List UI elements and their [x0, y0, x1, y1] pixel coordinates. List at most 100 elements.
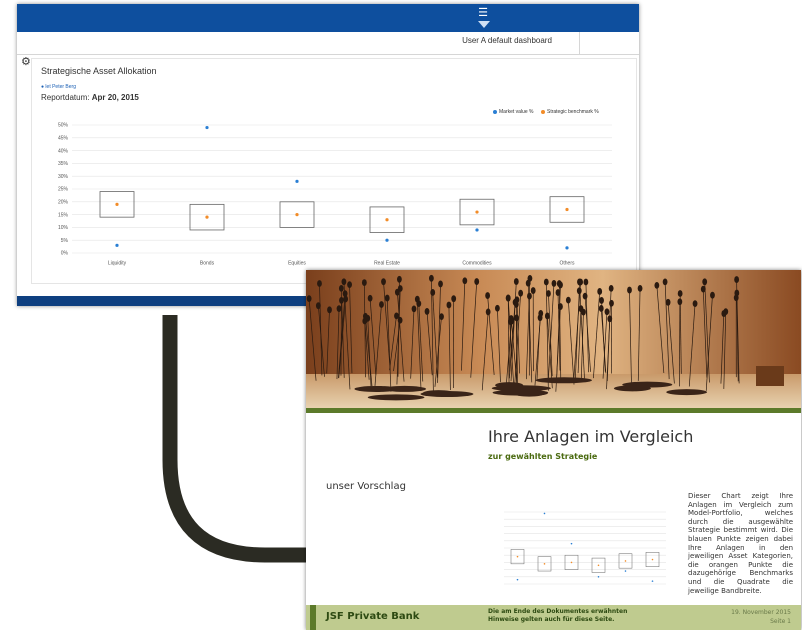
sculpture-pod	[637, 284, 643, 292]
sculpture-pod	[577, 278, 582, 286]
sculpture-pod	[518, 289, 524, 297]
sculpture-pod	[582, 292, 588, 300]
sculpture-pod	[609, 299, 614, 307]
chart-thumbnail-plot	[504, 511, 666, 585]
market-value-point	[115, 243, 119, 247]
market-value-point	[205, 125, 209, 130]
benchmark-point	[295, 213, 299, 217]
sculpture-pod	[462, 277, 468, 285]
market-value-point	[295, 179, 299, 183]
sculpture-pod	[505, 294, 511, 302]
sculpture-pod	[381, 278, 386, 286]
sculpture-pod	[379, 301, 384, 308]
sculpture-pod	[411, 305, 417, 313]
sculpture-pod	[665, 298, 671, 306]
sculpture-pod	[692, 300, 698, 308]
sculpture-pod	[583, 278, 589, 286]
sculpture-pod	[607, 315, 613, 323]
sculpture-pod	[576, 287, 582, 295]
x-tick-label: Equities	[288, 261, 306, 267]
sculpture-pod	[627, 286, 632, 294]
thumb-market-value-point	[516, 578, 519, 581]
market-value-point	[385, 238, 389, 242]
benchmark-point	[475, 210, 479, 214]
thumb-benchmark-point	[597, 564, 600, 567]
sculpture-pod	[543, 278, 549, 286]
sculpture-pod	[338, 284, 344, 292]
sculpture-pod	[384, 294, 390, 302]
sculpture-pod	[485, 292, 491, 299]
market-value-point	[475, 228, 479, 232]
thumb-benchmark-point	[651, 558, 654, 561]
footer-notice: Die am Ende des Dokumentes erwähnten Hin…	[488, 608, 628, 623]
thumb-benchmark-point	[543, 563, 546, 565]
sculpture-pod	[446, 301, 452, 309]
sculpture-base	[422, 390, 455, 397]
sculpture-pod	[677, 298, 683, 306]
x-tick-label: Liquidity	[108, 261, 127, 267]
sculpture-pod	[734, 276, 740, 283]
sculpture-base	[495, 382, 524, 389]
benchmark-point	[115, 202, 119, 206]
page-number: Seite 1	[770, 618, 791, 625]
sculpture-pod	[546, 290, 551, 297]
header-photo	[306, 270, 801, 408]
thumb-benchmark-point	[624, 560, 627, 562]
sculpture-pod	[558, 303, 563, 310]
chart-description: Dieser Chart zeigt Ihre Anlagen im Vergl…	[688, 492, 793, 595]
thumb-market-value-point	[651, 580, 654, 582]
y-tick-label: 35%	[58, 161, 69, 167]
y-tick-label: 40%	[58, 148, 69, 154]
sculpture-pod	[347, 281, 352, 289]
sculpture-pod	[514, 296, 520, 304]
sculpture-pod	[513, 278, 519, 285]
brand-name: JSF Private Bank	[326, 611, 420, 622]
sculpture-base	[666, 389, 708, 396]
sculpture-pod	[397, 316, 403, 324]
sculpture-pod	[514, 314, 519, 322]
slide-heading: Ihre Anlagen im Vergleich	[488, 427, 694, 446]
sculpture-base	[535, 377, 592, 384]
sculpture-base	[367, 394, 425, 401]
sculpture-pod	[367, 294, 373, 302]
sculpture-pod	[721, 310, 727, 317]
sculpture-pod	[565, 296, 571, 304]
sculpture-pod	[339, 296, 344, 304]
sculpture-pod	[710, 291, 715, 299]
sculpture-pod	[451, 295, 457, 303]
sculpture-pod	[485, 308, 491, 316]
sculpture-pod	[578, 305, 584, 313]
slide-date: 19. November 2015	[731, 609, 791, 616]
chart-thumbnail	[484, 480, 674, 598]
sculpture-pod	[556, 280, 562, 287]
x-tick-label: Real Estate	[374, 261, 400, 267]
sculpture-base	[492, 389, 549, 396]
sculpture-pod	[599, 297, 604, 304]
thumb-benchmark-point	[570, 561, 573, 564]
sculpture-pod	[677, 290, 683, 297]
y-tick-label: 5%	[61, 238, 69, 244]
benchmark-point	[385, 218, 389, 222]
sculpture-pod	[608, 284, 614, 292]
header-divider	[306, 408, 801, 413]
proposal-label: unser Vorschlag	[326, 481, 406, 492]
x-tick-label: Others	[559, 261, 575, 267]
sculpture-base	[622, 381, 673, 388]
sculpture-pod	[700, 285, 706, 293]
market-value-point	[565, 246, 569, 250]
slide-subheading: zur gewählten Strategie	[488, 452, 598, 461]
benchmark-point	[205, 215, 209, 219]
sculpture-pod	[341, 278, 347, 286]
sculpture-pod	[342, 290, 348, 298]
sculpture-pod	[315, 302, 321, 310]
sculpture-pod	[555, 289, 561, 296]
sculpture-pod	[438, 280, 443, 288]
sculpture-pod	[336, 305, 342, 313]
sculpture-pod	[361, 279, 367, 286]
sculpture-pod	[509, 317, 514, 325]
thumb-market-value-point	[597, 576, 600, 578]
sculpture-pod	[530, 287, 536, 294]
sculpture-pod	[662, 278, 668, 286]
thumb-benchmark-point	[516, 555, 519, 558]
benchmark-point	[565, 207, 569, 212]
